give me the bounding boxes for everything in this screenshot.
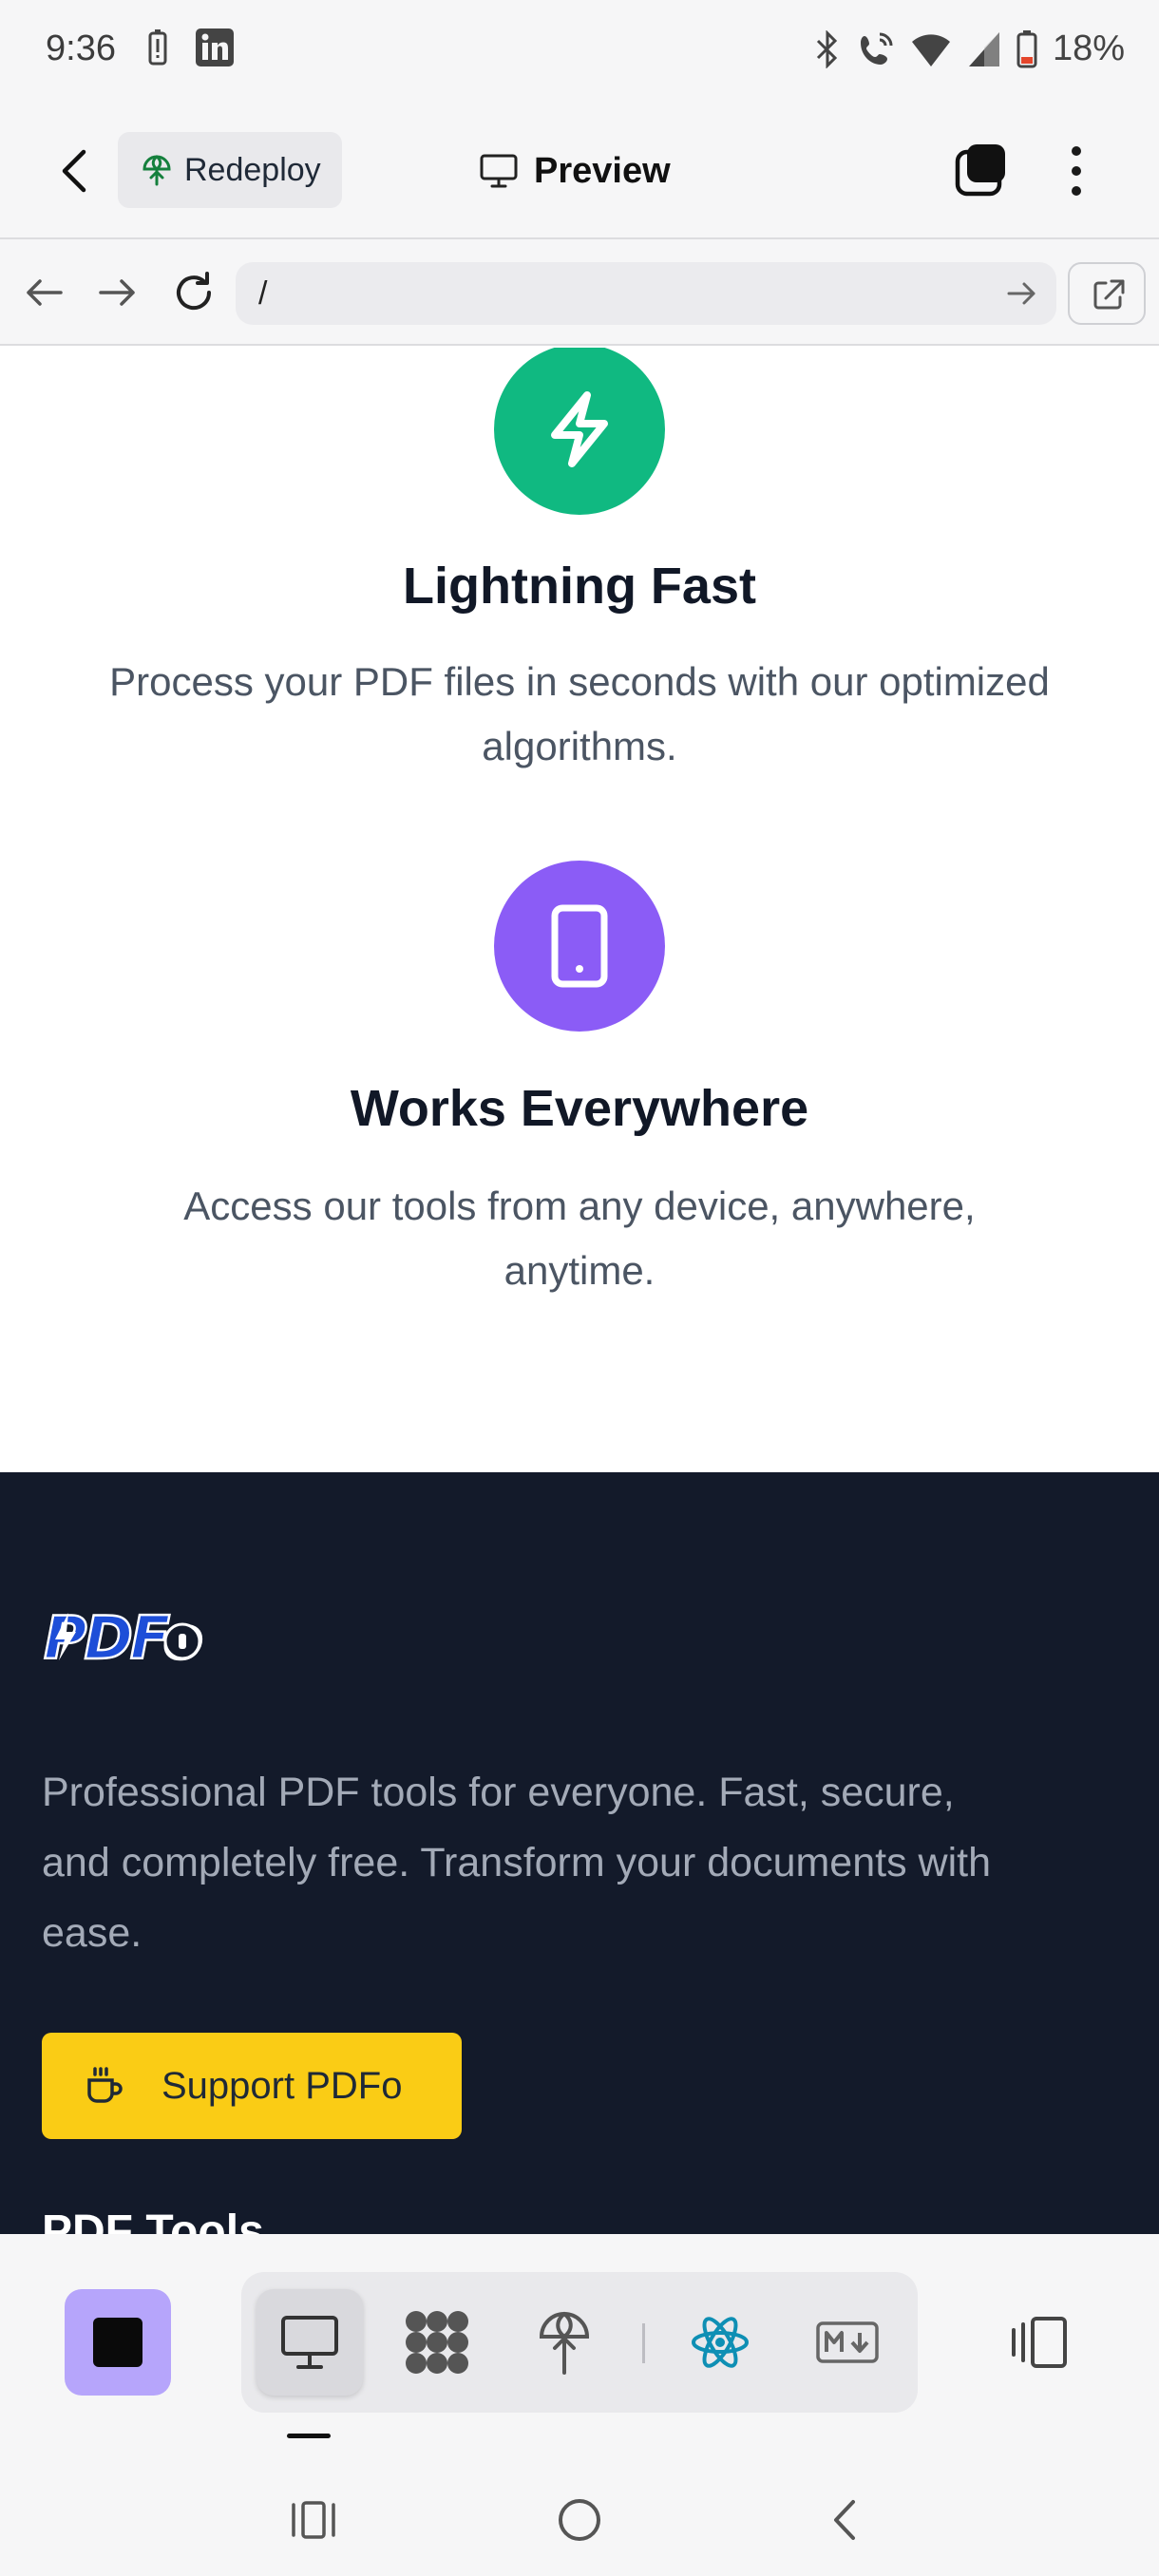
markdown-icon xyxy=(816,2321,879,2363)
wifi-call-icon xyxy=(860,32,893,65)
url-text: / xyxy=(258,275,268,312)
feature-description: Process your PDF files in seconds with o… xyxy=(109,659,1050,768)
panel-toggle-button[interactable] xyxy=(1001,2289,1077,2396)
status-bar: 9:36 18% xyxy=(0,0,1159,103)
tool-grid[interactable] xyxy=(384,2289,490,2396)
grid-icon xyxy=(406,2311,468,2374)
footer-section-heading: PDF Tools xyxy=(42,2207,264,2234)
feature-icon-circle xyxy=(494,348,665,515)
recents-button[interactable] xyxy=(276,2487,352,2553)
battery-percent: 18% xyxy=(1052,28,1125,68)
tool-markdown[interactable] xyxy=(794,2289,901,2396)
layers-icon[interactable] xyxy=(954,142,1011,199)
home-button[interactable] xyxy=(542,2487,618,2553)
page-content: Lightning Fast Process your PDF files in… xyxy=(0,348,1159,1472)
url-input[interactable]: / xyxy=(236,262,1056,325)
browser-back-icon[interactable] xyxy=(17,266,70,319)
deploy-icon xyxy=(142,155,171,186)
bluetooth-icon xyxy=(816,29,838,68)
support-button[interactable]: Support PDFo xyxy=(42,2033,462,2139)
tool-deploy[interactable] xyxy=(511,2289,618,2396)
system-back-button[interactable] xyxy=(806,2487,882,2553)
coffee-cup-icon xyxy=(87,2067,123,2103)
open-external-button[interactable] xyxy=(1068,262,1146,325)
monitor-icon xyxy=(480,154,518,188)
back-arrow-icon[interactable] xyxy=(53,144,99,198)
go-arrow-icon[interactable] xyxy=(1001,274,1041,313)
stop-button[interactable] xyxy=(65,2289,171,2396)
support-label: Support PDFo xyxy=(162,2064,403,2107)
pdfo-logo[interactable]: PDFo xyxy=(42,1607,205,1664)
browser-forward-icon[interactable] xyxy=(91,266,144,319)
back-icon xyxy=(834,2500,855,2540)
status-time: 9:36 xyxy=(46,28,116,68)
app-bar: Redeploy Preview xyxy=(0,103,1159,239)
tool-react[interactable] xyxy=(667,2289,773,2396)
external-link-icon xyxy=(1093,279,1125,310)
feature-icon-circle xyxy=(494,861,665,1032)
footer-description: Professional PDF tools for everyone. Fas… xyxy=(42,1770,991,1956)
monitor-icon xyxy=(281,2316,338,2369)
tool-divider xyxy=(642,2323,645,2363)
tool-group xyxy=(241,2272,918,2413)
active-tool-indicator xyxy=(287,2434,331,2438)
preview-tab[interactable]: Preview xyxy=(479,141,671,201)
browser-bar: / xyxy=(0,239,1159,346)
redeploy-button[interactable]: Redeploy xyxy=(118,132,342,208)
tool-preview[interactable] xyxy=(256,2289,363,2396)
lightning-icon xyxy=(551,391,608,467)
battery-alert-icon xyxy=(148,29,167,66)
wifi-icon xyxy=(911,33,950,66)
deploy-icon xyxy=(539,2312,590,2375)
linkedin-icon xyxy=(196,28,234,66)
feature-description: Access our tools from any device, anywhe… xyxy=(183,1184,976,1293)
site-footer: PDFo Professional PDF tools for everyone… xyxy=(0,1472,1159,2234)
react-icon xyxy=(692,2317,749,2368)
bottom-toolbar xyxy=(0,2234,1159,2576)
phone-icon xyxy=(551,904,608,988)
signal-icon xyxy=(968,31,999,66)
recents-icon xyxy=(292,2501,335,2539)
panel-icon xyxy=(1012,2317,1067,2368)
redeploy-label: Redeploy xyxy=(184,151,321,188)
feature-title: Works Everywhere xyxy=(350,1080,809,1137)
reload-icon[interactable] xyxy=(167,266,220,319)
more-options-button[interactable] xyxy=(1062,141,1091,201)
page-title: Preview xyxy=(534,150,671,191)
battery-icon xyxy=(1016,29,1037,67)
stop-icon xyxy=(93,2318,142,2367)
feature-title: Lightning Fast xyxy=(403,558,756,615)
home-icon xyxy=(559,2499,600,2541)
